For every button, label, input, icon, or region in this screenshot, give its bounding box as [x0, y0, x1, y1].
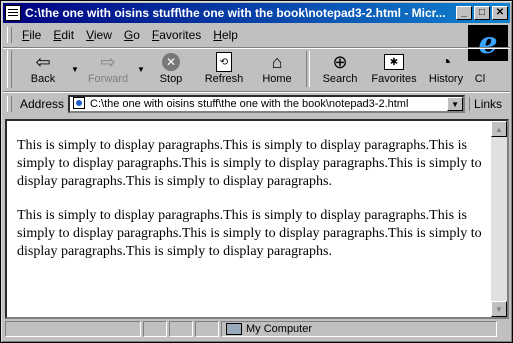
- search-icon: ⊕: [332, 51, 348, 72]
- channels-button[interactable]: Cl: [470, 49, 490, 89]
- document-icon: [5, 5, 21, 21]
- title-bar[interactable]: C:\the one with oisins stuff\the one wit…: [3, 3, 510, 23]
- standard-toolbar: ⇦ Back ▼ ⇨ Forward ▼ ✕ Stop ⟲ Refresh ⌂ …: [3, 49, 510, 91]
- back-dropdown[interactable]: ▼: [70, 49, 80, 89]
- menu-favorites[interactable]: Favorites: [146, 28, 207, 42]
- refresh-icon: ⟲: [212, 51, 236, 73]
- menu-view[interactable]: View: [80, 28, 118, 42]
- menu-bar: File Edit View Go Favorites Help: [3, 25, 463, 45]
- maximize-button[interactable]: □: [474, 6, 490, 20]
- browser-window: C:\the one with oisins stuff\the one wit…: [0, 0, 513, 343]
- close-button[interactable]: ✕: [492, 6, 508, 20]
- status-panel: [169, 321, 193, 337]
- address-bar: Address C:\the one with oisins stuff\the…: [3, 93, 510, 115]
- refresh-button[interactable]: ⟲ Refresh: [196, 49, 252, 89]
- menu-file[interactable]: File: [16, 28, 47, 42]
- address-input[interactable]: C:\the one with oisins stuff\the one wit…: [68, 95, 466, 113]
- forward-dropdown[interactable]: ▼: [136, 49, 146, 89]
- address-dropdown-button[interactable]: ▼: [447, 97, 464, 111]
- history-button[interactable]: ◔ History: [422, 49, 470, 89]
- back-arrow-icon: ⇦: [35, 51, 51, 72]
- forward-arrow-icon: ⇨: [100, 51, 116, 72]
- page-icon: [73, 97, 87, 111]
- minimize-button[interactable]: _: [456, 6, 472, 20]
- back-button[interactable]: ⇦ Back: [16, 49, 70, 89]
- address-value: C:\the one with oisins stuff\the one wit…: [90, 98, 409, 110]
- menu-grip: [7, 27, 12, 43]
- menu-edit[interactable]: Edit: [47, 28, 80, 42]
- computer-icon: [226, 323, 242, 335]
- forward-button[interactable]: ⇨ Forward: [80, 49, 136, 89]
- status-bar: My Computer: [5, 321, 509, 339]
- history-icon: ◔: [440, 51, 452, 72]
- window-title: C:\the one with oisins stuff\the one wit…: [25, 6, 446, 20]
- favorites-button[interactable]: ✱ Favorites: [366, 49, 422, 89]
- channels-icon: [470, 51, 490, 73]
- zone-panel: My Computer: [221, 321, 497, 337]
- status-text-panel: [5, 321, 141, 337]
- scroll-up-button[interactable]: ▲: [491, 121, 507, 137]
- address-grip: [7, 96, 12, 112]
- address-label: Address: [20, 97, 65, 111]
- vertical-scrollbar[interactable]: ▲ ▼: [491, 121, 507, 317]
- document-body: This is simply to display paragraphs.Thi…: [17, 137, 487, 277]
- stop-icon: ✕: [159, 51, 183, 73]
- menu-go[interactable]: Go: [118, 28, 146, 42]
- stop-button[interactable]: ✕ Stop: [146, 49, 196, 89]
- home-icon: ⌂: [271, 51, 283, 72]
- paragraph: This is simply to display paragraphs.Thi…: [17, 208, 482, 259]
- search-button[interactable]: ⊕ Search: [314, 49, 366, 89]
- paragraph: This is simply to display paragraphs.Thi…: [17, 138, 482, 189]
- home-button[interactable]: ⌂ Home: [252, 49, 302, 89]
- toolbar-separator: [306, 51, 310, 87]
- toolbar-grip: [7, 50, 12, 88]
- links-button[interactable]: Links: [469, 97, 506, 111]
- favorites-folder-icon: ✱: [382, 51, 406, 73]
- page-content: This is simply to display paragraphs.Thi…: [5, 119, 509, 319]
- status-panel: [143, 321, 167, 337]
- menu-help[interactable]: Help: [207, 28, 244, 42]
- scroll-down-button[interactable]: ▼: [491, 301, 507, 317]
- scroll-track[interactable]: [491, 137, 507, 301]
- status-panel: [195, 321, 219, 337]
